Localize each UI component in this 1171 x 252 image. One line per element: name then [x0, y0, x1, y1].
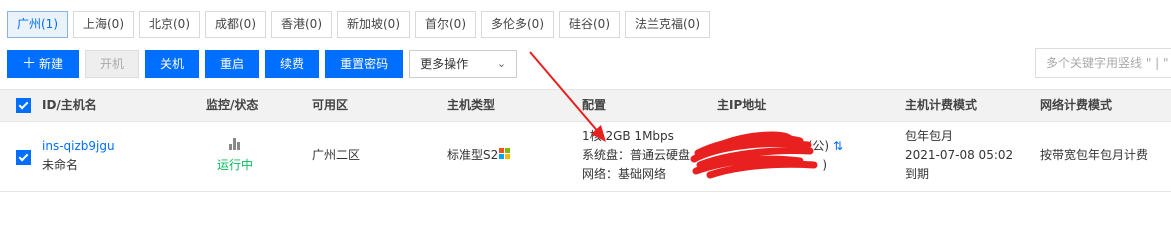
annotation-arrow — [529, 51, 606, 142]
